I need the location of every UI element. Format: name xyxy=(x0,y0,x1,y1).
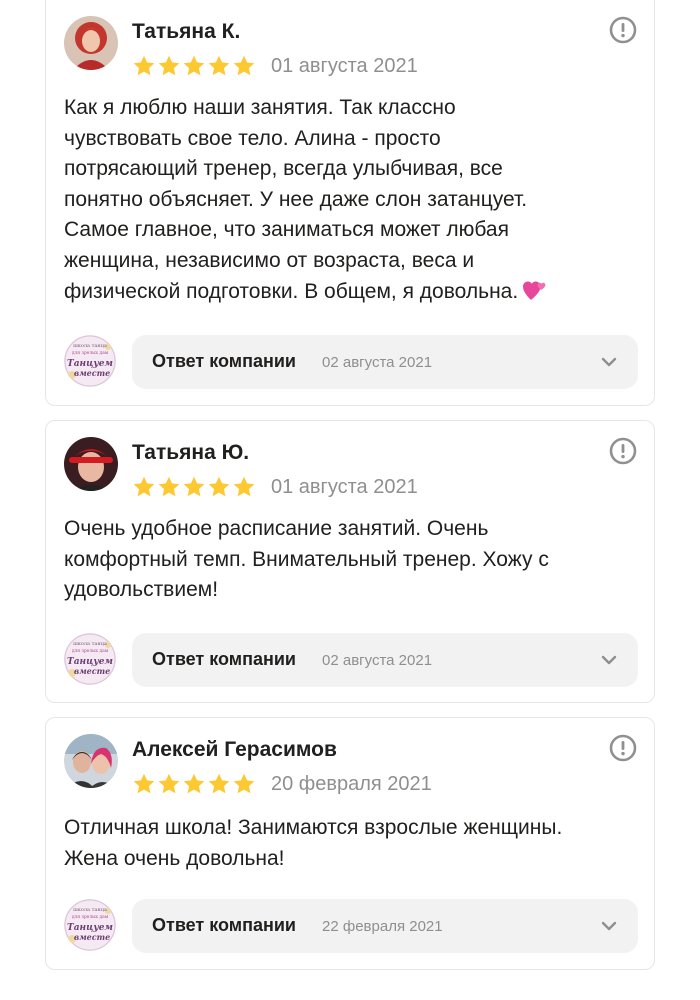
review-date: 01 августа 2021 xyxy=(271,476,418,498)
review-card: Алексей Герасимов 20 февраля 2021 Отличн… xyxy=(45,717,655,970)
star-icon xyxy=(133,773,155,794)
reply-date: 02 августа 2021 xyxy=(322,354,433,371)
review-text: Очень удобное расписание занятий. Очень … xyxy=(64,514,636,606)
reply-label: Ответ компании xyxy=(152,351,296,371)
company-reply-toggle[interactable]: Ответ компании 02 августа 2021 xyxy=(132,633,638,687)
star-icon xyxy=(183,476,205,497)
review-text-line: чувствовать свое тело. Алина - просто xyxy=(64,126,441,150)
star-icon xyxy=(133,55,155,76)
logo-text-line: вместе xyxy=(74,368,110,378)
logo-text-line: школа танца xyxy=(73,641,107,647)
review-text: Как я люблю наши занятия. Так классно чу… xyxy=(64,93,636,307)
logo-text-line: для зрелых дам xyxy=(72,915,109,920)
review-card: Татьяна К. 01 августа 2021 Как я люблю н… xyxy=(45,0,655,406)
exclamation-circle-icon[interactable] xyxy=(609,16,637,44)
star-icon xyxy=(133,476,155,497)
star-icon xyxy=(183,55,205,76)
star-icon xyxy=(233,55,255,76)
star-icon xyxy=(233,773,255,794)
author-name[interactable]: Татьяна Ю. xyxy=(132,441,249,465)
review-date: 20 февраля 2021 xyxy=(271,773,432,795)
star-icon xyxy=(208,55,230,76)
star-icon xyxy=(158,476,180,497)
review-text-line: Отличная школа! Занимаются взрослые женщ… xyxy=(64,816,563,839)
review-text-line: физической подготовки. В общем, я доволь… xyxy=(64,277,636,308)
chevron-down-icon[interactable] xyxy=(598,915,620,937)
author-avatar[interactable] xyxy=(64,734,118,788)
rating-stars xyxy=(132,772,256,796)
review-text-line: понятно объясняет. У нее даже слон затан… xyxy=(64,187,528,211)
reply-label: Ответ компании xyxy=(152,915,296,935)
review-text-line-content: физической подготовки. В общем, я доволь… xyxy=(64,279,519,303)
review-text-line: Как я люблю наши занятия. Так классно xyxy=(64,96,456,119)
author-name[interactable]: Татьяна К. xyxy=(132,20,240,44)
author-avatar[interactable] xyxy=(64,437,118,491)
review-text-line: Очень удобное расписание занятий. Очень xyxy=(64,517,489,540)
company-logo: школа танца для зрелых дам Танцуем вмест… xyxy=(64,633,116,685)
star-icon xyxy=(158,55,180,76)
company-logo: школа танца для зрелых дам Танцуем вмест… xyxy=(64,899,116,951)
author-name[interactable]: Алексей Герасимов xyxy=(132,738,337,762)
star-icon xyxy=(208,476,230,497)
review-text-line: потрясающий тренер, всегда улыбчивая, вс… xyxy=(64,157,503,181)
review-date: 01 августа 2021 xyxy=(271,55,418,77)
logo-text-line: школа танца xyxy=(73,343,107,349)
exclamation-circle-icon[interactable] xyxy=(609,734,637,762)
review-text-line: Жена очень довольна! xyxy=(64,846,285,870)
review-card: Татьяна Ю. 01 августа 2021 Очень удобное… xyxy=(45,420,655,703)
star-icon xyxy=(183,773,205,794)
review-text-line: Самое главное, что заниматься может люба… xyxy=(64,218,509,242)
reply-date: 22 февраля 2021 xyxy=(322,918,443,935)
logo-text-line: для зрелых дам xyxy=(72,351,109,356)
chevron-down-icon[interactable] xyxy=(598,649,620,671)
reply-label: Ответ компании xyxy=(152,649,296,669)
rating-stars xyxy=(132,54,256,78)
company-reply-toggle[interactable]: Ответ компании 22 февраля 2021 xyxy=(132,899,638,953)
company-logo: школа танца для зрелых дам Танцуем вмест… xyxy=(64,335,116,387)
reply-date: 02 августа 2021 xyxy=(322,652,433,669)
logo-text-line: школа танца xyxy=(73,907,107,913)
rating-stars xyxy=(132,475,256,499)
review-text-line: женщина, независимо от возраста, веса и xyxy=(64,248,475,272)
star-icon xyxy=(208,773,230,794)
review-text-line: удовольствием! xyxy=(64,578,219,602)
star-icon xyxy=(158,773,180,794)
logo-text-line: вместе xyxy=(74,932,110,942)
exclamation-circle-icon[interactable] xyxy=(609,437,637,465)
logo-text-line: вместе xyxy=(74,666,110,676)
author-avatar[interactable] xyxy=(64,16,118,70)
two-hearts-icon xyxy=(523,281,546,300)
review-text: Отличная школа! Занимаются взрослые женщ… xyxy=(64,813,636,874)
chevron-down-icon[interactable] xyxy=(598,351,620,373)
review-text-line: комфортный темп. Внимательный тренер. Хо… xyxy=(64,547,549,571)
company-reply-toggle[interactable]: Ответ компании 02 августа 2021 xyxy=(132,335,638,389)
star-icon xyxy=(233,476,255,497)
logo-text-line: для зрелых дам xyxy=(72,649,109,654)
